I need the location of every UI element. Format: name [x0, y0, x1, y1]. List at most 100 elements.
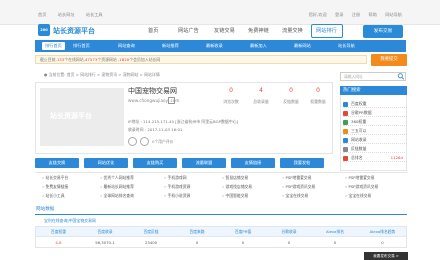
table-header-cell: 百度收录	[97, 229, 113, 234]
nav-traffic[interactable]: 流量交换	[282, 27, 303, 34]
category-link[interactable]: 全球网站排名查询	[100, 193, 134, 199]
bullet-icon	[343, 146, 348, 152]
sidebar-item[interactable]: 百度权重	[343, 99, 405, 108]
table-header-cell: 百度权重	[50, 229, 67, 234]
table-cell: 4-8	[55, 240, 62, 245]
category-link[interactable]: PSP游戏资讯交易	[282, 184, 316, 190]
category-link[interactable]: 优秀个人网站推荐	[100, 175, 134, 181]
category-link[interactable]: 游戏找店铺交易	[222, 184, 253, 190]
bullet-icon	[343, 110, 348, 116]
stat-number: 0	[289, 87, 293, 94]
bullet-icon	[343, 128, 348, 134]
action-button[interactable]: 友情链接	[231, 158, 275, 168]
stat-label: 浏览次数	[223, 99, 239, 104]
category-link[interactable]: 手机游戏网	[164, 175, 187, 181]
top-link[interactable]: 站长工具	[86, 12, 103, 17]
notice-count: 1820	[119, 57, 130, 62]
subnav-item[interactable]: 最新加入	[250, 42, 267, 50]
action-button[interactable]: 流量联盟	[182, 158, 226, 168]
stat-number: 4	[259, 87, 263, 94]
nav-ads[interactable]: 网站广告	[178, 27, 199, 34]
category-link[interactable]: 最新站长网站推荐	[100, 184, 134, 190]
logo-icon[interactable]: 200	[38, 24, 50, 36]
table-header-cell: 百度PR值	[234, 229, 252, 234]
vote-count: 0个用户评价	[152, 139, 174, 144]
action-button[interactable]: 网站优化	[84, 158, 128, 168]
sidebar-item[interactable]: 反链数量	[343, 144, 405, 153]
help-link[interactable]: 帮助	[369, 12, 377, 17]
table-cell: 0	[381, 240, 384, 245]
table-cell: 23400	[144, 240, 158, 245]
nav-links[interactable]: 友链交易	[214, 27, 235, 34]
stat-label: 权重数量	[310, 99, 326, 104]
table-header-cell: Alexa排名	[325, 229, 345, 234]
sidebar-item[interactable]: 360权重	[343, 117, 405, 126]
category-link[interactable]: PSP地雷爱交易	[282, 175, 312, 181]
sidebar-item[interactable]: 谷歌PR数据	[343, 108, 405, 117]
table-cell: 0	[195, 240, 199, 245]
nav-rank[interactable]: 网站排行	[316, 27, 337, 34]
category-link[interactable]: 免费友情链接	[42, 184, 69, 190]
section-subrow[interactable]: 宝利在线查询|中国宝物交易网	[44, 218, 96, 224]
login-link[interactable]: 登录	[335, 12, 343, 17]
subnav-item[interactable]: 最新网站	[294, 42, 311, 50]
top-link: 您好,欢迎	[308, 12, 327, 17]
category-link[interactable]: 手机小说资源	[164, 193, 191, 199]
qr-code-icon[interactable]	[168, 97, 175, 104]
ip-info: IP地址 : 114.215.171.45 [浙江省杭州市 阿里云BGP数据中心…	[128, 119, 239, 124]
stat-label: 反链数量	[283, 99, 299, 104]
date-info: 收录时间 : 2017-11-03 16:01	[128, 127, 183, 132]
dislike-icon[interactable]	[140, 137, 149, 146]
site-nav-link[interactable]: 网站导航	[385, 12, 402, 17]
bullet-icon	[343, 119, 348, 125]
bullet-icon	[343, 155, 348, 161]
category-link[interactable]: 智慧店铺交易	[222, 175, 249, 181]
rank-number: 11264	[390, 155, 403, 160]
category-link[interactable]: 宝宝在线交易	[345, 193, 372, 199]
subnav-item[interactable]: 最新收录	[206, 42, 223, 50]
subnav-item[interactable]: 排行首页	[42, 42, 65, 50]
top-link[interactable]: 站长网址	[58, 12, 75, 17]
subnav-item[interactable]: 排行首页	[73, 42, 90, 50]
search-icon[interactable]	[397, 73, 405, 80]
logo-text[interactable]: 站长资源平台	[53, 26, 95, 36]
publish-chip[interactable]: 我要发布交易 >	[364, 252, 408, 260]
subnav-item[interactable]: 新站推荐	[162, 42, 179, 50]
sidebar-item[interactable]: 网站收录	[343, 135, 405, 144]
top-links-left: 首页 站长网址 站长工具	[38, 12, 113, 18]
nav-free[interactable]: 免费神链	[248, 27, 269, 34]
sidebar-item[interactable]: 总排名 11264	[343, 153, 405, 162]
category-link[interactable]: PSP地雷爱交易	[345, 175, 375, 181]
table-cell: 0	[333, 240, 337, 245]
top-link[interactable]: 首页	[38, 12, 46, 17]
subnav-item[interactable]: 站长导航	[338, 42, 355, 50]
nav-home[interactable]: 首页	[148, 27, 158, 34]
like-icon[interactable]	[128, 137, 137, 146]
section-tab-site-data[interactable]: 网站数据	[36, 206, 54, 212]
notice-bar: 截止目前,133个在线网站,47573个资源网站 ,1820个会员加入站长网	[35, 55, 367, 64]
category-link[interactable]: 宝宝在线交易	[282, 193, 309, 199]
stat-number: 0	[229, 87, 233, 94]
action-button[interactable]: 友链购买	[133, 158, 177, 168]
submit-site-button[interactable]: 我要提交	[371, 54, 407, 66]
sidebar-item[interactable]: 三五可以	[343, 126, 405, 135]
section-divider	[35, 214, 407, 215]
table-cell: 0	[287, 240, 291, 245]
category-link[interactable]: PSP游戏资讯交易	[345, 184, 379, 190]
publish-button[interactable]: 发布交易	[363, 25, 403, 38]
category-link[interactable]: 站长交易平台	[42, 175, 69, 181]
table-header-cell: 谷歌收录	[281, 229, 297, 234]
action-button[interactable]: 友链交换	[35, 158, 79, 168]
table-header-cell: Alexa排名趋势	[369, 229, 396, 234]
top-links-right: 您好,欢迎 登录 注册 帮助 网站导航	[302, 12, 402, 18]
action-button[interactable]: 我要发帖	[280, 158, 324, 168]
table-header-cell: 百度反链	[143, 229, 159, 234]
category-link[interactable]: 手机游戏资源	[164, 184, 191, 190]
sidebar-title: 热门搜索	[340, 86, 407, 95]
breadcrumb[interactable]: ● 当前位置: 首页 > 网站排行 > 宠物资讯 > 宠物网站 > 网站详情	[44, 72, 160, 78]
subnav-item[interactable]: 网站查询	[118, 42, 135, 50]
category-link[interactable]: 中国智能交易	[222, 193, 249, 199]
site-title: 中国宠物交易网	[128, 87, 177, 95]
category-link[interactable]: 站长小工具	[42, 193, 65, 199]
register-link[interactable]: 注册	[352, 12, 360, 17]
